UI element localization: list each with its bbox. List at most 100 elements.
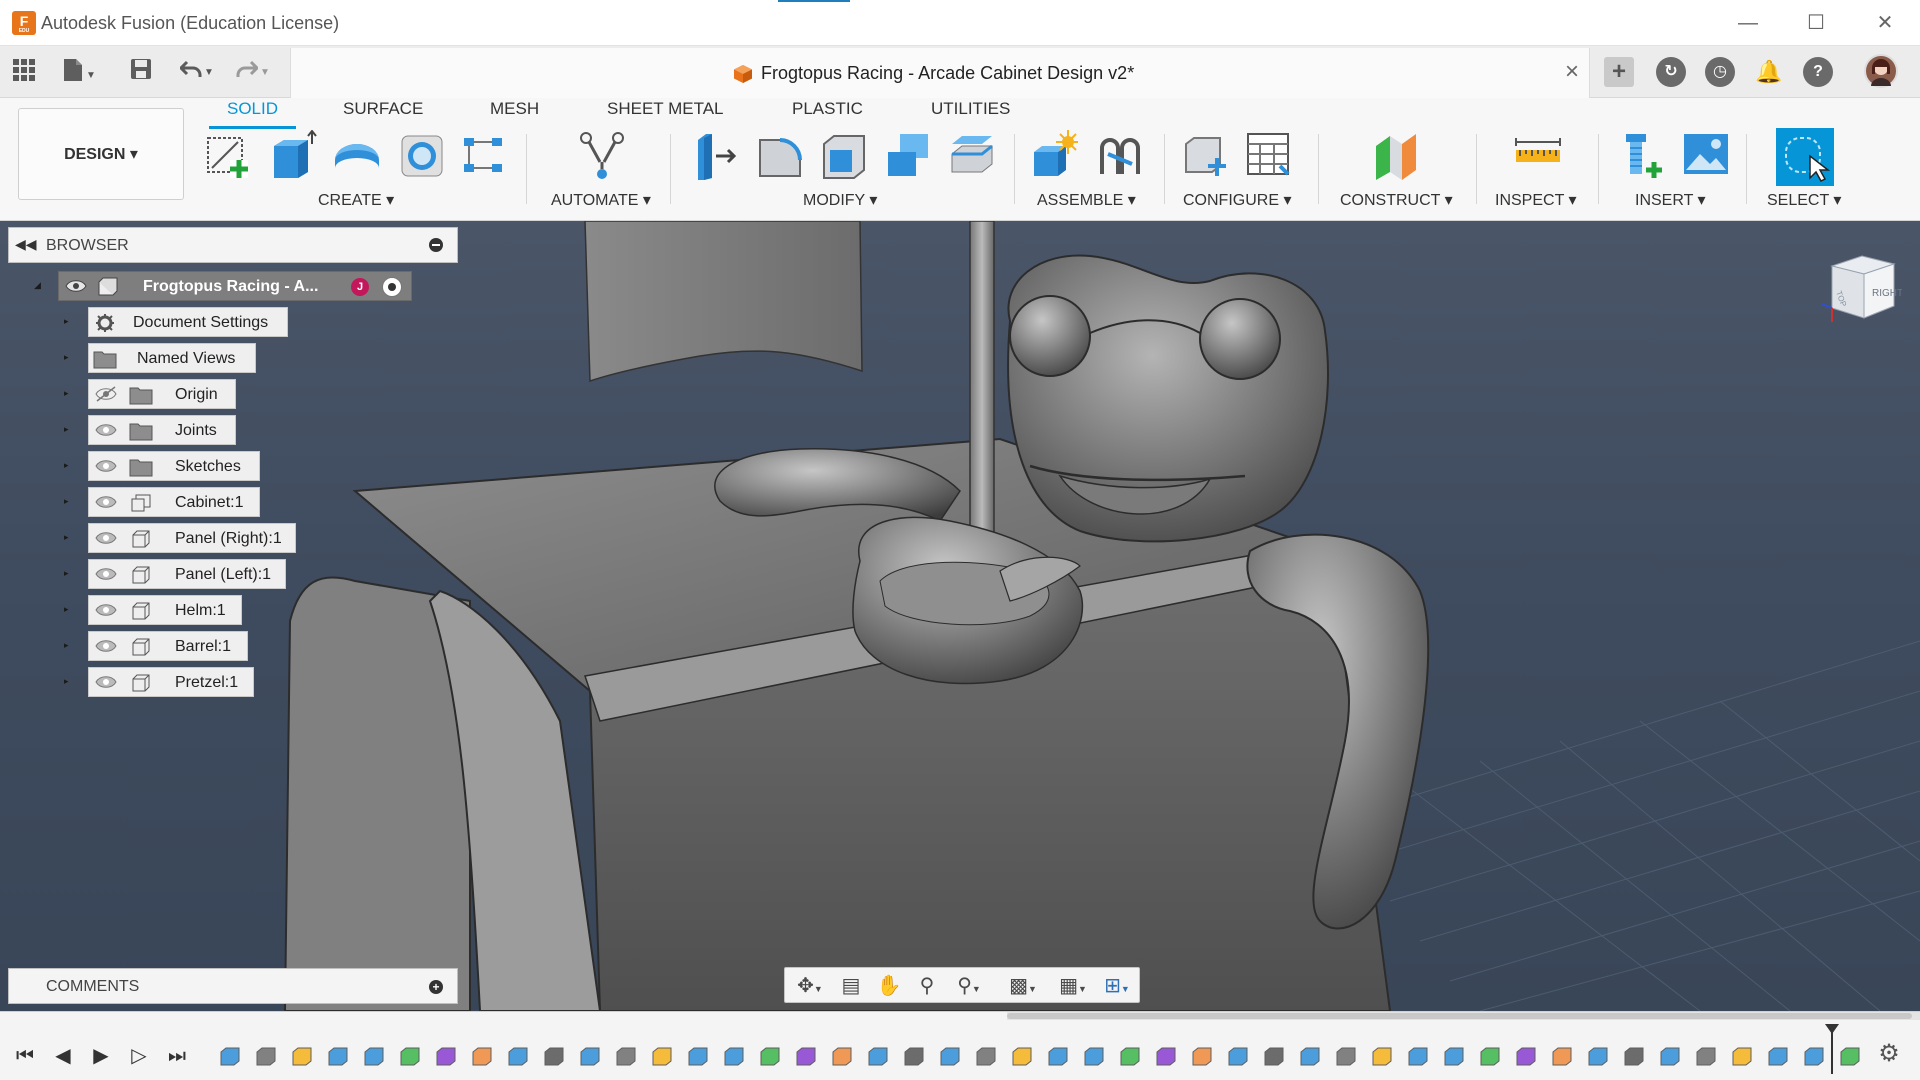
timeline-feature-icon[interactable] — [758, 1046, 784, 1070]
expand-triangle-icon[interactable]: ▸ — [64, 315, 74, 327]
maximize-button[interactable]: ☐ — [1801, 8, 1831, 38]
timeline-marker[interactable] — [1825, 1024, 1839, 1074]
timeline-feature-icon[interactable] — [650, 1046, 676, 1070]
timeline-settings-gear-icon[interactable]: ⚙ — [1876, 1042, 1902, 1066]
timeline-feature-icon[interactable] — [578, 1046, 604, 1070]
expand-triangle-icon[interactable]: ▸ — [64, 531, 74, 543]
expand-triangle-icon[interactable]: ▸ — [64, 675, 74, 687]
comments-panel[interactable]: COMMENTS + — [8, 968, 458, 1004]
zoom-icon[interactable]: ⚲ — [913, 973, 941, 999]
visibility-eye-icon[interactable] — [95, 458, 117, 474]
construct-plane-icon[interactable] — [1372, 130, 1420, 182]
timeline-feature-icon[interactable] — [1154, 1046, 1180, 1070]
timeline-feature-icon[interactable] — [542, 1046, 568, 1070]
timeline-feature-icon[interactable] — [1406, 1046, 1432, 1070]
insert-group-label[interactable]: INSERT ▾ — [1635, 190, 1706, 210]
automate-icon[interactable] — [578, 130, 626, 182]
combine-icon[interactable] — [884, 130, 932, 182]
play-icon[interactable]: ▶ — [88, 1044, 114, 1068]
close-document-button[interactable]: × — [1565, 58, 1579, 86]
timeline-feature-icon[interactable] — [794, 1046, 820, 1070]
timeline-feature-icon[interactable] — [1370, 1046, 1396, 1070]
measure-icon[interactable] — [1514, 130, 1562, 182]
step-forward-icon[interactable]: ▷ — [126, 1044, 152, 1068]
visibility-eye-icon[interactable] — [95, 422, 117, 438]
job-status-icon[interactable]: ◷ — [1705, 57, 1735, 87]
visibility-eye-icon[interactable] — [95, 494, 117, 510]
configure-icon[interactable] — [1180, 130, 1228, 182]
timeline-feature-icon[interactable] — [1622, 1046, 1648, 1070]
expand-triangle-icon[interactable]: ▸ — [64, 423, 74, 435]
timeline-feature-icon[interactable] — [686, 1046, 712, 1070]
activate-radio-icon[interactable] — [382, 277, 402, 297]
visibility-eye-icon[interactable] — [95, 638, 117, 654]
timeline-feature-icon[interactable] — [830, 1046, 856, 1070]
shell-icon[interactable] — [820, 130, 868, 182]
help-icon[interactable]: ? — [1803, 57, 1833, 87]
user-avatar[interactable] — [1864, 54, 1898, 88]
timeline-feature-icon[interactable] — [1334, 1046, 1360, 1070]
timeline-feature-icon[interactable] — [614, 1046, 640, 1070]
expand-triangle-icon[interactable]: ▸ — [64, 387, 74, 399]
automate-group-label[interactable]: AUTOMATE ▾ — [551, 190, 651, 210]
go-to-start-icon[interactable]: ⏮ — [12, 1044, 38, 1068]
timeline-feature-icon[interactable] — [326, 1046, 352, 1070]
undo-button[interactable]: ▼ — [178, 58, 214, 86]
orbit-icon[interactable]: ✥▼ — [791, 973, 829, 999]
view-cube[interactable]: RIGHT TOP — [1821, 248, 1903, 328]
extrude-icon[interactable] — [270, 130, 318, 182]
look-at-icon[interactable]: ▤ — [837, 973, 865, 999]
timeline-feature-icon[interactable] — [938, 1046, 964, 1070]
timeline-feature-icon[interactable] — [1226, 1046, 1252, 1070]
timeline-feature-icon[interactable] — [1010, 1046, 1036, 1070]
hidden-eye-icon[interactable] — [95, 386, 117, 402]
timeline-feature-icon[interactable] — [1514, 1046, 1540, 1070]
timeline-feature-icon[interactable] — [434, 1046, 460, 1070]
tab-mesh[interactable]: MESH — [490, 99, 539, 123]
modify-group-label[interactable]: MODIFY ▾ — [803, 190, 877, 210]
3d-viewport[interactable] — [0, 221, 1920, 1011]
create-sketch-icon[interactable] — [204, 130, 252, 182]
timeline-feature-icon[interactable] — [1478, 1046, 1504, 1070]
tab-utilities[interactable]: UTILITIES — [931, 99, 1010, 123]
timeline-feature-icon[interactable] — [1298, 1046, 1324, 1070]
document-tab[interactable]: Frogtopus Racing - Arcade Cabinet Design… — [290, 48, 1590, 98]
go-to-end-icon[interactable]: ⏭ — [164, 1044, 190, 1068]
press-pull-icon[interactable] — [692, 130, 740, 182]
redo-button[interactable]: ▼ — [236, 58, 270, 86]
expand-triangle-icon[interactable]: ▸ — [64, 567, 74, 579]
add-comment-icon[interactable]: + — [429, 980, 443, 994]
timeline-feature-icon[interactable] — [1658, 1046, 1684, 1070]
root-node-box[interactable]: Frogtopus Racing - A... J — [58, 271, 412, 301]
apps-grid-icon[interactable] — [12, 58, 36, 86]
select-button[interactable] — [1776, 128, 1834, 186]
timeline-feature-icon[interactable] — [218, 1046, 244, 1070]
inspect-group-label[interactable]: INSPECT ▾ — [1495, 190, 1577, 210]
pattern-icon[interactable] — [460, 130, 508, 182]
assemble-group-label[interactable]: ASSEMBLE ▾ — [1037, 190, 1136, 210]
timeline-feature-icon[interactable] — [254, 1046, 280, 1070]
visibility-eye-icon[interactable] — [95, 530, 117, 546]
timeline-feature-icon[interactable] — [974, 1046, 1000, 1070]
configure-table-icon[interactable] — [1244, 130, 1292, 182]
step-back-icon[interactable]: ◀ — [50, 1044, 76, 1068]
notifications-bell-icon[interactable]: 🔔 — [1754, 57, 1784, 87]
timeline-feature-icon[interactable] — [398, 1046, 424, 1070]
timeline-feature-icon[interactable] — [1838, 1046, 1864, 1070]
joint-icon[interactable] — [1096, 130, 1144, 182]
tab-surface[interactable]: SURFACE — [343, 99, 423, 123]
expand-triangle-icon[interactable]: ▸ — [64, 495, 74, 507]
insert-mcmaster-icon[interactable] — [1618, 130, 1666, 182]
expand-triangle-icon[interactable]: ▸ — [64, 603, 74, 615]
offset-face-icon[interactable] — [948, 130, 996, 182]
hole-icon[interactable] — [398, 130, 446, 182]
timeline-feature-icon[interactable] — [1190, 1046, 1216, 1070]
visibility-eye-icon[interactable] — [95, 566, 117, 582]
visibility-eye-icon[interactable] — [65, 278, 87, 294]
new-component-icon[interactable] — [1030, 130, 1078, 182]
timeline-feature-icon[interactable] — [1694, 1046, 1720, 1070]
timeline-feature-icon[interactable] — [1442, 1046, 1468, 1070]
collapse-triangle-icon[interactable]: ◢ — [34, 279, 44, 291]
minimize-button[interactable]: — — [1733, 8, 1763, 38]
insert-canvas-icon[interactable] — [1682, 130, 1730, 182]
